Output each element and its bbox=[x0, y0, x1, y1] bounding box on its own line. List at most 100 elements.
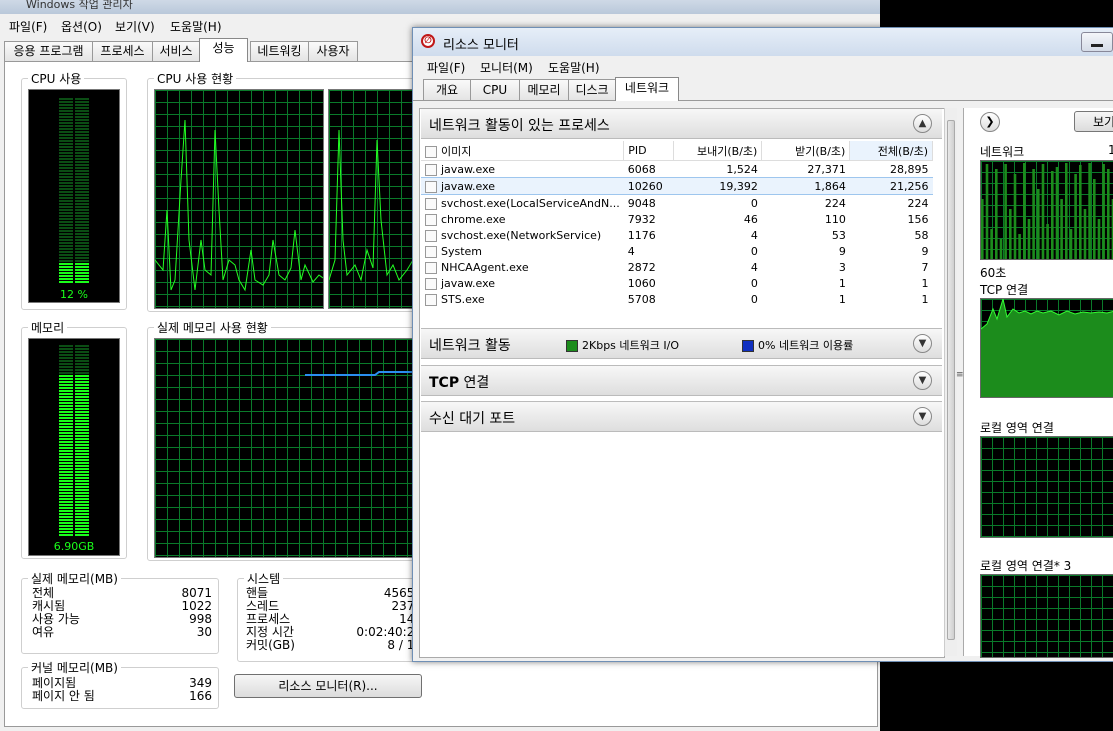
row-checkbox[interactable] bbox=[425, 277, 437, 290]
meter-segment bbox=[59, 432, 73, 434]
cpu-usage-value: 12 % bbox=[60, 288, 88, 301]
cell-image-text: javaw.exe bbox=[441, 276, 496, 290]
rm-menu-monitor[interactable]: 모니터(M) bbox=[480, 59, 533, 76]
rm-menu-file[interactable]: 파일(F) bbox=[427, 59, 465, 76]
task-manager-titlebar[interactable]: Windows 작업 관리자 bbox=[0, 0, 880, 14]
rm-tab-disk[interactable]: 디스크 bbox=[568, 79, 616, 100]
menu-help[interactable]: 도움말(H) bbox=[170, 18, 222, 35]
menu-file[interactable]: 파일(F) bbox=[9, 18, 47, 35]
network-usage-text: 0% 네트워크 이용률 bbox=[758, 339, 854, 352]
collapse-pane-icon[interactable]: ❯ bbox=[980, 112, 1000, 132]
row-checkbox[interactable] bbox=[425, 213, 437, 226]
cell-image[interactable]: svchost.exe(LocalServiceAndN... bbox=[421, 195, 624, 212]
tab-users[interactable]: 사용자 bbox=[308, 41, 358, 61]
chevron-down-icon[interactable]: ▼ bbox=[913, 407, 932, 426]
rm-tab-cpu[interactable]: CPU bbox=[470, 79, 520, 100]
minimize-button[interactable] bbox=[1081, 32, 1113, 52]
meter-segment bbox=[75, 281, 89, 283]
select-all-checkbox[interactable] bbox=[425, 145, 437, 158]
cell-image[interactable]: svchost.exe(NetworkService) bbox=[421, 227, 624, 243]
meter-segment bbox=[75, 477, 89, 479]
col-send[interactable]: 보내기(B/초) bbox=[673, 141, 763, 161]
meter-segment bbox=[75, 504, 89, 506]
memory-history-trace bbox=[305, 371, 421, 376]
rm-menu-help[interactable]: 도움말(H) bbox=[548, 59, 600, 76]
meter-segment bbox=[59, 360, 73, 362]
system-group: 시스템 핸들 45658 스레드 2377 프로세스 143 지정 시간 0:0… bbox=[237, 570, 429, 662]
rm-tab-memory[interactable]: 메모리 bbox=[519, 79, 569, 100]
cell-image[interactable]: NHCAAgent.exe bbox=[421, 259, 624, 275]
cpu-usage-bars bbox=[59, 98, 89, 283]
cell-receive: 1 bbox=[838, 276, 846, 290]
meter-segment bbox=[75, 119, 89, 121]
cell-image[interactable]: javaw.exe bbox=[421, 161, 624, 178]
chevron-down-icon[interactable]: ▼ bbox=[913, 371, 932, 390]
network-chart-bar bbox=[1027, 219, 1031, 259]
row-checkbox[interactable] bbox=[425, 229, 437, 242]
network-activity-section-header[interactable]: 네트워크 활동 2Kbps 네트워크 I/O 0% 네트워크 이용률 ▼ bbox=[421, 328, 942, 359]
tab-applications[interactable]: 응용 프로그램 bbox=[4, 41, 93, 61]
processes-section-header[interactable]: 네트워크 활동이 있는 프로세스 ▲ bbox=[421, 109, 942, 139]
cell-receive: 3 bbox=[838, 260, 846, 274]
meter-segment bbox=[75, 275, 89, 277]
col-image[interactable]: 이미지 bbox=[421, 141, 625, 161]
tcp-section-header[interactable]: TCP 연결 ▼ bbox=[421, 365, 942, 396]
meter-segment bbox=[75, 245, 89, 247]
table-row[interactable]: javaw.exe 6068 1,524 27,371 28,895 bbox=[421, 161, 933, 178]
meter-segment bbox=[59, 423, 73, 425]
sections-scrollbar[interactable] bbox=[944, 108, 958, 656]
table-row[interactable]: chrome.exe 7932 46 110 156 bbox=[421, 211, 933, 227]
resource-monitor-titlebar[interactable]: ∅ 리소스 모니터 bbox=[413, 28, 1113, 56]
col-receive[interactable]: 받기(B/초) bbox=[761, 141, 851, 161]
meter-segment bbox=[75, 480, 89, 482]
cell-total: 28,895 bbox=[890, 162, 929, 176]
tab-services[interactable]: 서비스 bbox=[152, 41, 200, 61]
meter-segment bbox=[75, 498, 89, 500]
row-checkbox[interactable] bbox=[425, 261, 437, 274]
row-checkbox[interactable] bbox=[425, 197, 437, 210]
meter-segment bbox=[75, 345, 89, 347]
rm-tab-network[interactable]: 네트워크 bbox=[615, 77, 679, 101]
resource-monitor-button[interactable]: 리소스 모니터(R)... bbox=[234, 674, 422, 698]
table-row[interactable]: svchost.exe(LocalServiceAndN... 9048 0 224 2… bbox=[421, 195, 933, 212]
meter-segment bbox=[59, 272, 73, 274]
cell-image[interactable]: javaw.exe bbox=[421, 275, 624, 291]
table-row[interactable]: svchost.exe(NetworkService) 1176 4 53 58 bbox=[421, 227, 933, 243]
processes-section-title: 네트워크 활동이 있는 프로세스 bbox=[429, 118, 610, 134]
cell-image[interactable]: STS.exe bbox=[421, 291, 624, 307]
meter-segment bbox=[59, 501, 73, 503]
menu-options[interactable]: 옵션(O) bbox=[61, 18, 102, 35]
meter-segment bbox=[59, 429, 73, 431]
meter-segment bbox=[75, 495, 89, 497]
cell-receive: 1,864 bbox=[761, 177, 850, 195]
cell-image[interactable]: javaw.exe bbox=[421, 177, 624, 195]
cell-image[interactable]: chrome.exe bbox=[421, 211, 624, 227]
scrollbar-thumb[interactable] bbox=[947, 120, 955, 640]
table-row[interactable]: NHCAAgent.exe 2872 4 3 7 bbox=[421, 259, 933, 275]
meter-segment bbox=[59, 387, 73, 389]
listening-ports-section-header[interactable]: 수신 대기 포트 ▼ bbox=[421, 401, 942, 432]
meter-segment bbox=[75, 152, 89, 154]
meter-segment bbox=[75, 278, 89, 280]
meter-segment bbox=[75, 227, 89, 229]
col-total[interactable]: 전체(B/초) bbox=[849, 141, 933, 161]
tab-networking[interactable]: 네트워킹 bbox=[250, 41, 309, 61]
row-checkbox[interactable] bbox=[425, 163, 437, 176]
row-checkbox[interactable] bbox=[425, 245, 437, 258]
col-pid[interactable]: PID bbox=[623, 141, 675, 161]
table-row[interactable]: javaw.exe 10260 19,392 1,864 21,256 bbox=[421, 177, 933, 195]
meter-segment bbox=[75, 221, 89, 223]
views-button[interactable]: 보기 bbox=[1074, 111, 1113, 132]
tab-processes[interactable]: 프로세스 bbox=[92, 41, 153, 61]
tab-performance[interactable]: 성능 bbox=[199, 38, 248, 62]
table-row[interactable]: STS.exe 5708 0 1 1 bbox=[421, 291, 933, 307]
row-checkbox[interactable] bbox=[425, 180, 437, 193]
rm-tab-overview[interactable]: 개요 bbox=[423, 79, 471, 100]
row-checkbox[interactable] bbox=[425, 293, 437, 306]
chevron-up-icon[interactable]: ▲ bbox=[913, 114, 932, 133]
menu-view[interactable]: 보기(V) bbox=[115, 18, 155, 35]
table-row[interactable]: javaw.exe 1060 0 1 1 bbox=[421, 275, 933, 291]
cell-image[interactable]: System bbox=[421, 243, 624, 259]
chevron-down-icon[interactable]: ▼ bbox=[913, 334, 932, 353]
table-row[interactable]: System 4 0 9 9 bbox=[421, 243, 933, 259]
